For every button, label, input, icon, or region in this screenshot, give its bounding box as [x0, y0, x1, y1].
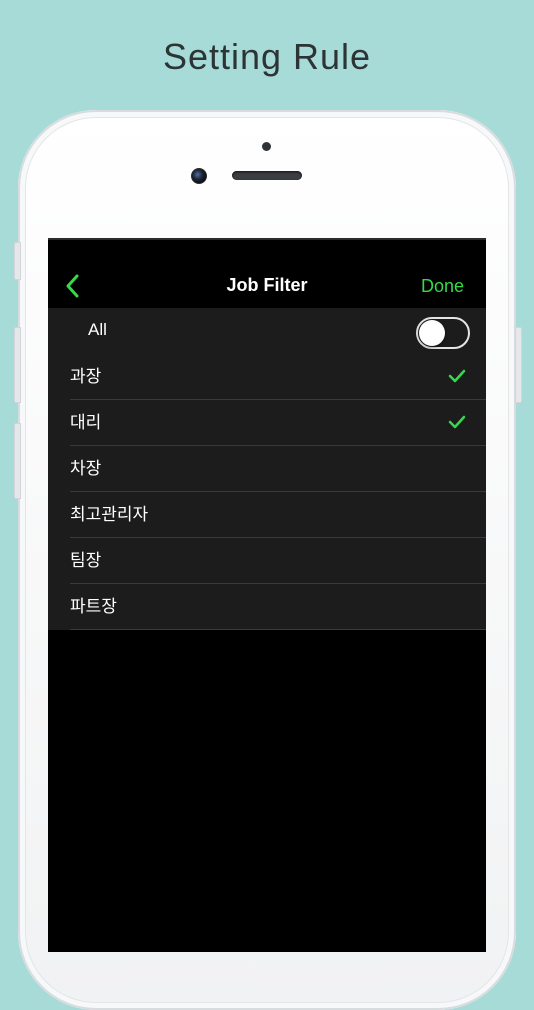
list-item[interactable]: 팀장: [48, 538, 486, 584]
checkmark-icon: [448, 369, 466, 383]
all-toggle[interactable]: [416, 317, 470, 349]
silent-switch: [14, 242, 21, 280]
front-camera: [191, 168, 207, 184]
list-item[interactable]: 파트장: [48, 584, 486, 630]
toggle-knob: [419, 320, 445, 346]
headline: Setting Rule: [162, 36, 372, 77]
volume-down-button: [14, 423, 21, 499]
list-item[interactable]: 과장: [48, 354, 486, 400]
power-button: [515, 327, 522, 403]
list-item-label: 과장: [70, 367, 102, 386]
list-item[interactable]: 차장: [48, 446, 486, 492]
screen: Job Filter Done All 과장 대리 차장 최고관리자 팀장 파트…: [48, 238, 486, 952]
navigation-bar: Job Filter Done: [48, 240, 486, 308]
volume-up-button: [14, 327, 21, 403]
job-list: All 과장 대리 차장 최고관리자 팀장 파트장: [48, 308, 486, 630]
speaker-dot: [262, 142, 271, 151]
list-item-label: 차장: [70, 459, 102, 478]
earpiece-speaker: [232, 171, 302, 180]
list-item-label: 대리: [70, 413, 102, 432]
done-button[interactable]: Done: [421, 276, 464, 297]
list-item[interactable]: 최고관리자: [48, 492, 486, 538]
list-item-label: 최고관리자: [70, 505, 149, 524]
list-item-label: 팀장: [70, 551, 102, 570]
list-item-label: 파트장: [70, 597, 117, 616]
all-row: All: [48, 308, 486, 354]
all-label: All: [88, 320, 107, 339]
list-item[interactable]: 대리: [48, 400, 486, 446]
checkmark-icon: [448, 415, 466, 429]
